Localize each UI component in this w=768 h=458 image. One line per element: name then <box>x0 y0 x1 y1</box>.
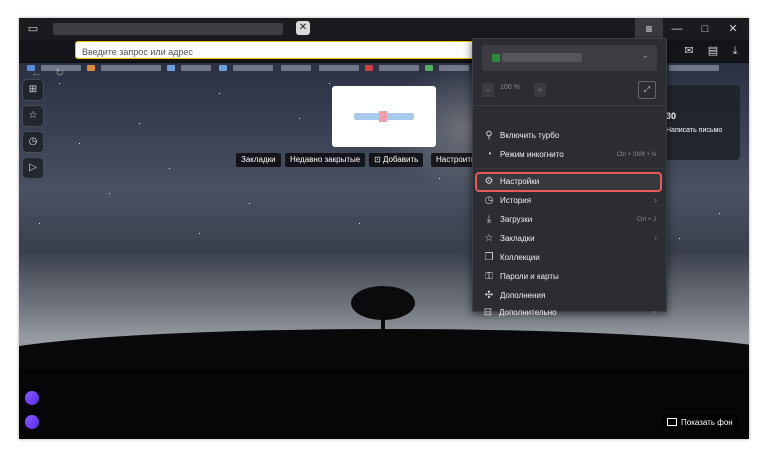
main-menu: ⌄ − 100 % + ⤢ ⚲ Включить турбо ◔ Режим и… <box>472 38 667 312</box>
menu-item-passwords[interactable]: ⚿ Пароли и карты <box>473 268 666 287</box>
show-background-label: Показать фон <box>681 418 733 427</box>
profile-avatar <box>492 54 500 62</box>
menu-item-shortcut: Ctrl + Shift + N <box>616 152 656 158</box>
tile-logo-accent <box>379 111 387 122</box>
star-icon: ☆ <box>484 233 494 244</box>
sidebar-bookmarks-icon[interactable]: ☆ <box>22 105 44 127</box>
profile-name-blurred <box>502 53 582 62</box>
incognito-icon: ◔ <box>485 149 493 160</box>
menu-icon[interactable]: ≡ <box>635 18 663 40</box>
close-icon[interactable]: ✕ <box>725 18 741 40</box>
alice-assistant-icon[interactable] <box>25 415 39 429</box>
chevron-right-icon: › <box>653 307 656 317</box>
menu-item-label: Загрузки <box>500 215 533 224</box>
key-icon: ⚿ <box>485 271 493 282</box>
menu-item-label: История <box>500 196 532 205</box>
menu-item-bookmarks[interactable]: ☆ Закладки › <box>473 230 666 249</box>
zoom-out-button[interactable]: − <box>482 83 494 97</box>
menu-item-advanced[interactable]: ⊟ Дополнительно › <box>472 304 665 323</box>
zoom-value: 100 % <box>500 84 520 91</box>
menu-item-label: Дополнения <box>500 291 546 300</box>
maximize-icon[interactable]: □ <box>697 18 713 40</box>
menu-item-label: Настройки <box>500 177 540 186</box>
menu-item-label: Закладки <box>500 234 535 243</box>
chip-add-label: Добавить <box>382 155 419 164</box>
chevron-right-icon: › <box>654 195 657 205</box>
puzzle-icon: ✣ <box>484 290 494 301</box>
menu-item-collections[interactable]: ❐ Коллекции <box>473 249 666 268</box>
title-bar: ▭ ✕ ≡ — □ ✕ <box>19 18 749 40</box>
sidebar-player-icon[interactable]: ▷ <box>22 157 44 179</box>
browser-window: ▭ ✕ ≡ — □ ✕ ← ↻ ✉ ▤ ⤓ ⊞ ☆ ◷ <box>19 18 749 439</box>
zoom-row: − 100 % + ⤢ <box>482 81 657 99</box>
menu-item-label: Дополнительно <box>499 308 557 317</box>
image-icon <box>667 418 677 426</box>
menu-item-shortcut: Ctrl + J <box>636 217 656 223</box>
menu-item-settings[interactable]: ⚙ Настройки <box>473 173 666 192</box>
speed-dial-tile[interactable] <box>332 86 436 147</box>
alice-icon[interactable] <box>25 391 39 405</box>
menu-divider <box>473 168 666 169</box>
mail-count: 30 <box>666 111 677 121</box>
chip-add[interactable]: ⊡ Добавить <box>369 153 424 167</box>
download-icon: ⤓ <box>486 214 492 225</box>
rocket-icon: ⚲ <box>485 130 493 141</box>
profile-selector[interactable]: ⌄ <box>482 45 657 71</box>
sidebar-history-icon[interactable]: ◷ <box>22 131 44 153</box>
menu-item-history[interactable]: ◷ История › <box>473 192 666 211</box>
address-input[interactable] <box>76 44 482 60</box>
sidebar-apps-icon[interactable]: ⊞ <box>22 79 44 101</box>
feedback-icon[interactable]: ✉ <box>681 40 697 62</box>
menu-item-incognito[interactable]: ◔ Режим инкогнито Ctrl + Shift + N <box>473 146 666 165</box>
tab-blurred[interactable] <box>53 23 283 35</box>
tree-trunk <box>381 308 385 354</box>
chevron-right-icon: › <box>654 233 657 243</box>
ground <box>19 369 749 439</box>
menu-item-label: Коллекции <box>500 253 540 262</box>
menu-divider <box>473 105 666 106</box>
add-icon: ⊡ <box>374 155 383 164</box>
mail-widget[interactable]: 30 Написать письмо <box>662 85 740 160</box>
download-icon[interactable]: ⤓ <box>727 40 743 62</box>
tabs-icon[interactable]: ▭ <box>25 18 41 40</box>
fullscreen-icon[interactable]: ⤢ <box>638 81 656 99</box>
address-bar[interactable] <box>75 41 495 60</box>
menu-item-label: Включить турбо <box>500 131 560 140</box>
more-icon: ⊟ <box>483 307 493 318</box>
history-icon: ◷ <box>484 195 494 206</box>
collections-icon: ❐ <box>484 252 494 263</box>
show-background-button[interactable]: Показать фон <box>663 415 739 431</box>
minimize-icon[interactable]: — <box>669 18 685 40</box>
tab-close-icon[interactable]: ✕ <box>296 21 310 35</box>
chip-recently-closed[interactable]: Недавно закрытые <box>285 153 366 167</box>
chevron-down-icon: ⌄ <box>641 50 649 60</box>
menu-item-label: Пароли и карты <box>500 272 559 281</box>
reader-icon[interactable]: ▤ <box>705 40 721 62</box>
zoom-in-button[interactable]: + <box>534 83 546 97</box>
chip-bookmarks[interactable]: Закладки <box>236 153 281 167</box>
menu-item-label: Режим инкогнито <box>500 150 564 159</box>
gear-icon: ⚙ <box>484 176 494 187</box>
mail-widget-text: Написать письмо <box>666 127 723 134</box>
menu-item-downloads[interactable]: ⤓ Загрузки Ctrl + J <box>473 211 666 230</box>
menu-item-turbo[interactable]: ⚲ Включить турбо <box>473 127 666 146</box>
